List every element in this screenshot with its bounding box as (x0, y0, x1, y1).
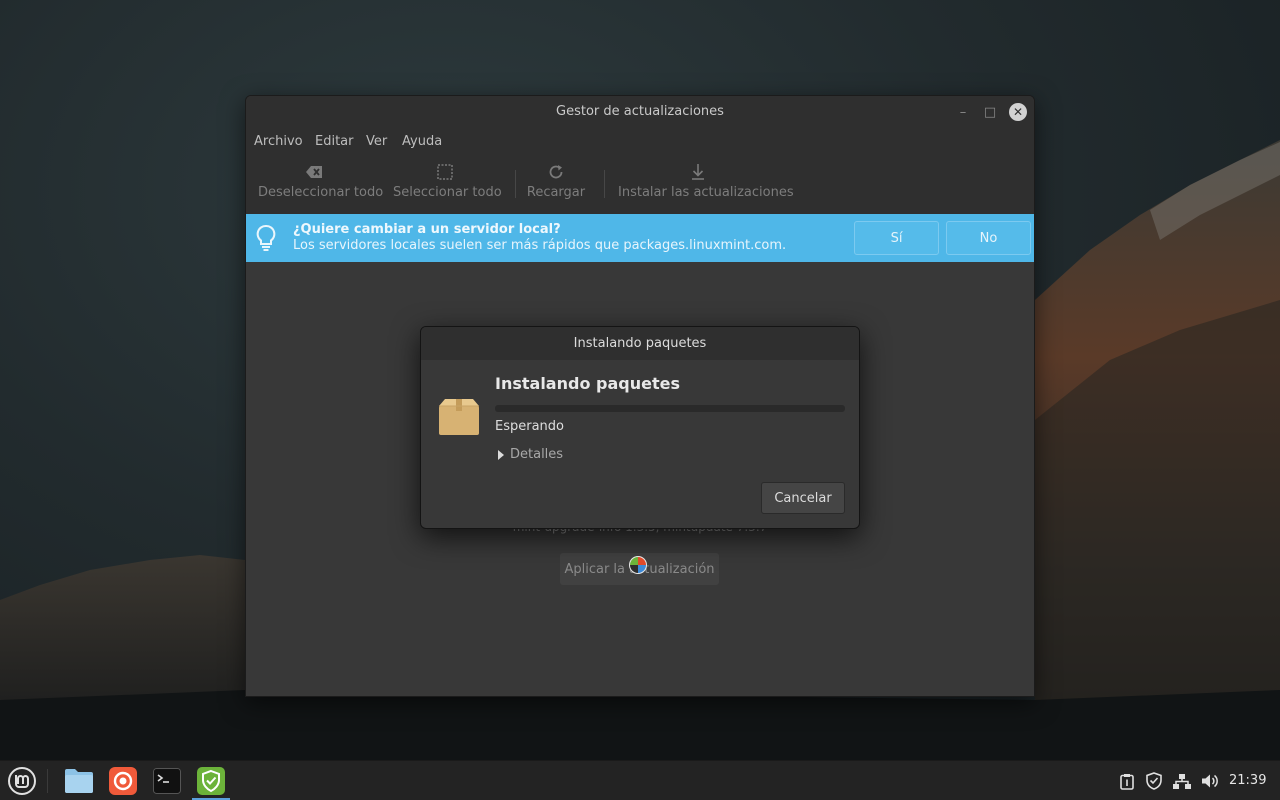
reload-button[interactable]: Recargar (526, 160, 586, 210)
dialog-status: Esperando (495, 419, 564, 434)
cancel-button[interactable]: Cancelar (761, 482, 845, 514)
files-icon (65, 769, 93, 793)
installing-packages-dialog: Instalando paquetes Instalando paquetes … (420, 326, 860, 529)
taskbar: 21:39 (0, 760, 1280, 800)
maximize-icon: □ (983, 104, 997, 120)
tray-network[interactable] (1172, 771, 1192, 791)
clipboard-icon (1120, 773, 1134, 790)
deselect-all-label: Deseleccionar todo (258, 185, 384, 200)
taskbar-clock[interactable]: 21:39 (1229, 773, 1266, 788)
terminal-icon (153, 768, 181, 794)
expander-arrow-icon (498, 449, 504, 460)
toolbar-separator (515, 170, 516, 198)
close-icon: ✕ (1012, 105, 1024, 119)
tray-clipboard[interactable] (1117, 771, 1137, 791)
install-progress-bar (495, 405, 845, 412)
select-all-label: Seleccionar todo (393, 185, 502, 200)
details-expander[interactable]: Detalles (498, 447, 563, 462)
backspace-icon (306, 166, 322, 178)
files-launcher[interactable] (63, 765, 95, 797)
tray-update-shield[interactable] (1144, 771, 1164, 791)
menu-archivo[interactable]: Archivo (254, 134, 303, 149)
mint-menu-icon (8, 767, 36, 795)
minimize-button[interactable]: – (954, 103, 972, 121)
update-manager-task[interactable] (195, 765, 227, 797)
terminal-launcher[interactable] (151, 765, 183, 797)
window-titlebar[interactable]: Gestor de actualizaciones – □ ✕ (246, 96, 1034, 128)
volume-icon (1202, 774, 1218, 788)
dialog-title: Instalando paquetes (421, 327, 859, 360)
infobar-subtitle: Los servidores locales suelen ser más rá… (293, 238, 787, 253)
menu-bar: Archivo Editar Ver Ayuda (246, 128, 1034, 156)
install-updates-button[interactable]: Instalar las actualizaciones (618, 160, 794, 210)
maximize-button[interactable]: □ (981, 103, 999, 121)
download-icon (692, 164, 704, 180)
select-all-button[interactable]: Seleccionar todo (393, 160, 502, 210)
deselect-all-button[interactable]: Deseleccionar todo (258, 160, 384, 210)
shield-icon (1146, 772, 1162, 790)
lightbulb-icon (256, 225, 276, 251)
minimize-icon: – (959, 104, 967, 120)
close-button[interactable]: ✕ (1009, 103, 1027, 121)
network-icon (1173, 773, 1191, 789)
update-manager-icon (197, 767, 225, 795)
package-icon (439, 399, 479, 435)
menu-ver[interactable]: Ver (366, 134, 387, 149)
menu-editar[interactable]: Editar (315, 134, 354, 149)
reload-icon (549, 165, 563, 179)
install-updates-label: Instalar las actualizaciones (618, 185, 794, 200)
reload-label: Recargar (526, 185, 586, 200)
taskbar-separator (47, 769, 48, 793)
details-label: Detalles (510, 447, 564, 462)
toolbar-separator (604, 170, 605, 198)
menu-ayuda[interactable]: Ayuda (402, 134, 442, 149)
firefox-icon (109, 767, 137, 795)
firefox-launcher[interactable] (107, 765, 139, 797)
mint-menu-button[interactable] (6, 765, 38, 797)
no-button[interactable]: No (946, 221, 1031, 255)
window-title: Gestor de actualizaciones (556, 104, 724, 119)
busy-cursor-icon (629, 556, 647, 574)
infobar-title: ¿Quiere cambiar a un servidor local? (293, 222, 561, 237)
tray-volume[interactable] (1200, 771, 1220, 791)
select-all-icon (437, 164, 453, 180)
dialog-heading: Instalando paquetes (495, 374, 680, 393)
local-mirror-infobar: ¿Quiere cambiar a un servidor local? Los… (246, 214, 1034, 262)
toolbar: Deseleccionar todo Seleccionar todo Reca… (246, 156, 1034, 214)
yes-button[interactable]: Sí (854, 221, 939, 255)
